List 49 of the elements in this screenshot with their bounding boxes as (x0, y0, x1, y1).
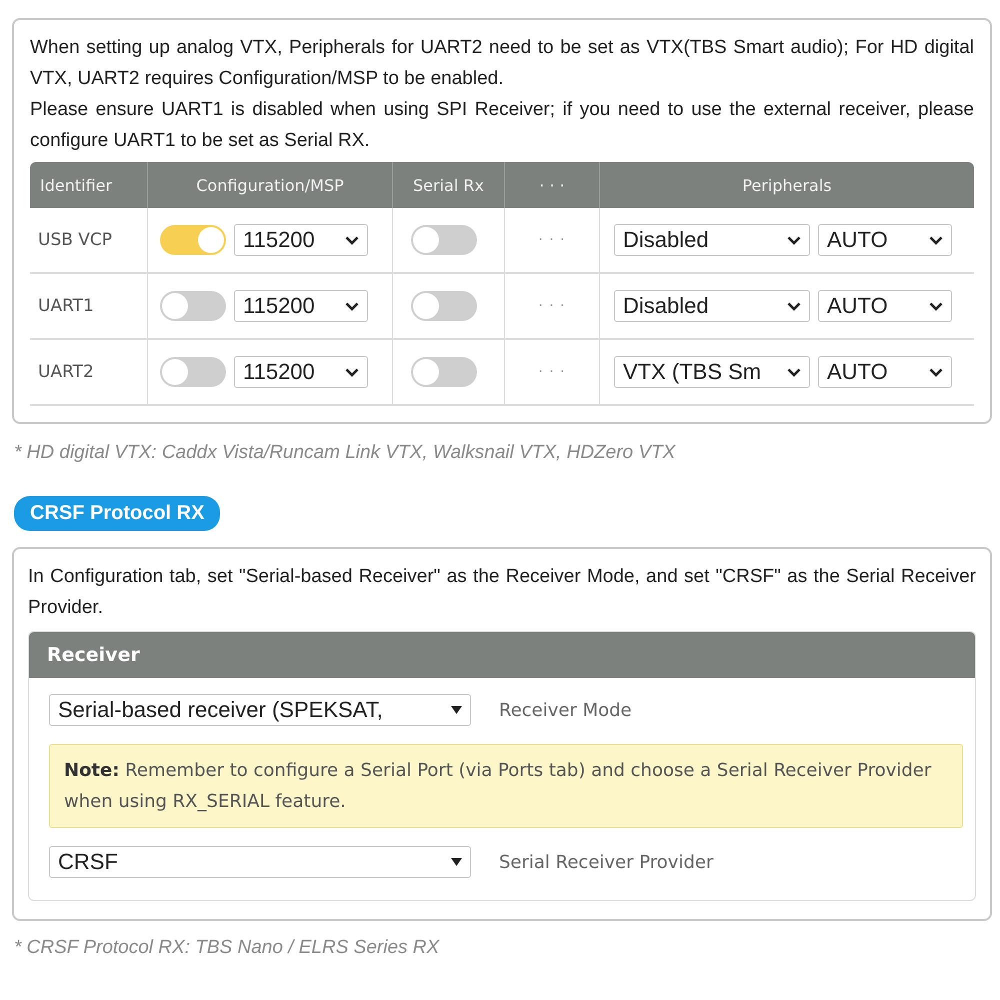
table-cell: UART1 (30, 274, 148, 340)
table-cell: UART2 (30, 340, 148, 406)
baud-select[interactable]: 115200 (234, 356, 368, 388)
field-label: Receiver Mode (499, 700, 632, 720)
table-cell: USB VCP (30, 208, 148, 274)
table-cell: · · · (538, 298, 566, 314)
chevron-down-icon (787, 236, 801, 244)
serial-rx-toggle[interactable] (411, 357, 477, 387)
footnote: * CRSF Protocol RX: TBS Nano / ELRS Series RX (14, 937, 440, 959)
chevron-down-icon (345, 368, 359, 376)
table-cell: · · · (538, 232, 566, 248)
chevron-down-icon (929, 302, 943, 310)
instruction-paragraph: When setting up analog VTX, Peripherals for UART2 need to be set as VTX(TBS Smart audio); For HD digital VTX, UART2 requires Configuration/MSP to be enabled. (30, 36, 974, 91)
chevron-down-icon (345, 302, 359, 310)
peripheral-select[interactable]: Disabled (614, 290, 810, 322)
serial-rx-toggle[interactable] (411, 291, 477, 321)
speed-select[interactable]: AUTO (818, 224, 952, 256)
provider-select[interactable]: CRSF (49, 846, 471, 878)
field-label: Serial Receiver Provider (499, 852, 714, 872)
baud-select[interactable]: 115200 (234, 224, 368, 256)
peripheral-select[interactable]: Disabled (614, 224, 810, 256)
speed-select[interactable]: AUTO (818, 290, 952, 322)
chevron-down-icon (345, 236, 359, 244)
msp-toggle[interactable] (160, 225, 226, 255)
section-badge: CRSF Protocol RX (14, 496, 220, 531)
panel-title: Receiver (29, 632, 975, 678)
column-header: · · · (505, 162, 600, 208)
msp-toggle[interactable] (160, 291, 226, 321)
chevron-down-icon (787, 302, 801, 310)
chevron-down-icon (929, 368, 943, 376)
msp-toggle[interactable] (160, 357, 226, 387)
chevron-down-icon (787, 368, 801, 376)
peripheral-select[interactable]: VTX (TBS Sm (614, 356, 810, 388)
note-message: Note: Remember to configure a Serial Port (via Ports tab) and choose a Serial Receiver Provider when using RX_SERIAL feature. (49, 744, 963, 828)
serial-rx-toggle[interactable] (411, 225, 477, 255)
column-header: Configuration/MSP (148, 162, 393, 208)
speed-select[interactable]: AUTO (818, 356, 952, 388)
table-cell: · · · (538, 364, 566, 380)
instruction-paragraph: Please ensure UART1 is disabled when using SPI Receiver; if you need to use the external receiver, please configure UART1 to be set as Serial RX. (30, 98, 974, 153)
receiver-mode-select[interactable]: Serial-based receiver (SPEKSAT, (49, 694, 471, 726)
footnote: * HD digital VTX: Caddx Vista/Runcam Link VTX, Walksnail VTX, HDZero VTX (14, 442, 677, 464)
column-header: Identifier (30, 162, 148, 208)
baud-select[interactable]: 115200 (234, 290, 368, 322)
column-header: Peripherals (600, 162, 974, 208)
triangle-down-icon (451, 858, 462, 866)
chevron-down-icon (929, 236, 943, 244)
instruction-paragraph: In Configuration tab, set "Serial-based Receiver" as the Receiver Mode, and set "CRSF" as the Serial Receiver Provider. (28, 565, 976, 620)
column-header: Serial Rx (393, 162, 505, 208)
triangle-down-icon (451, 706, 462, 714)
